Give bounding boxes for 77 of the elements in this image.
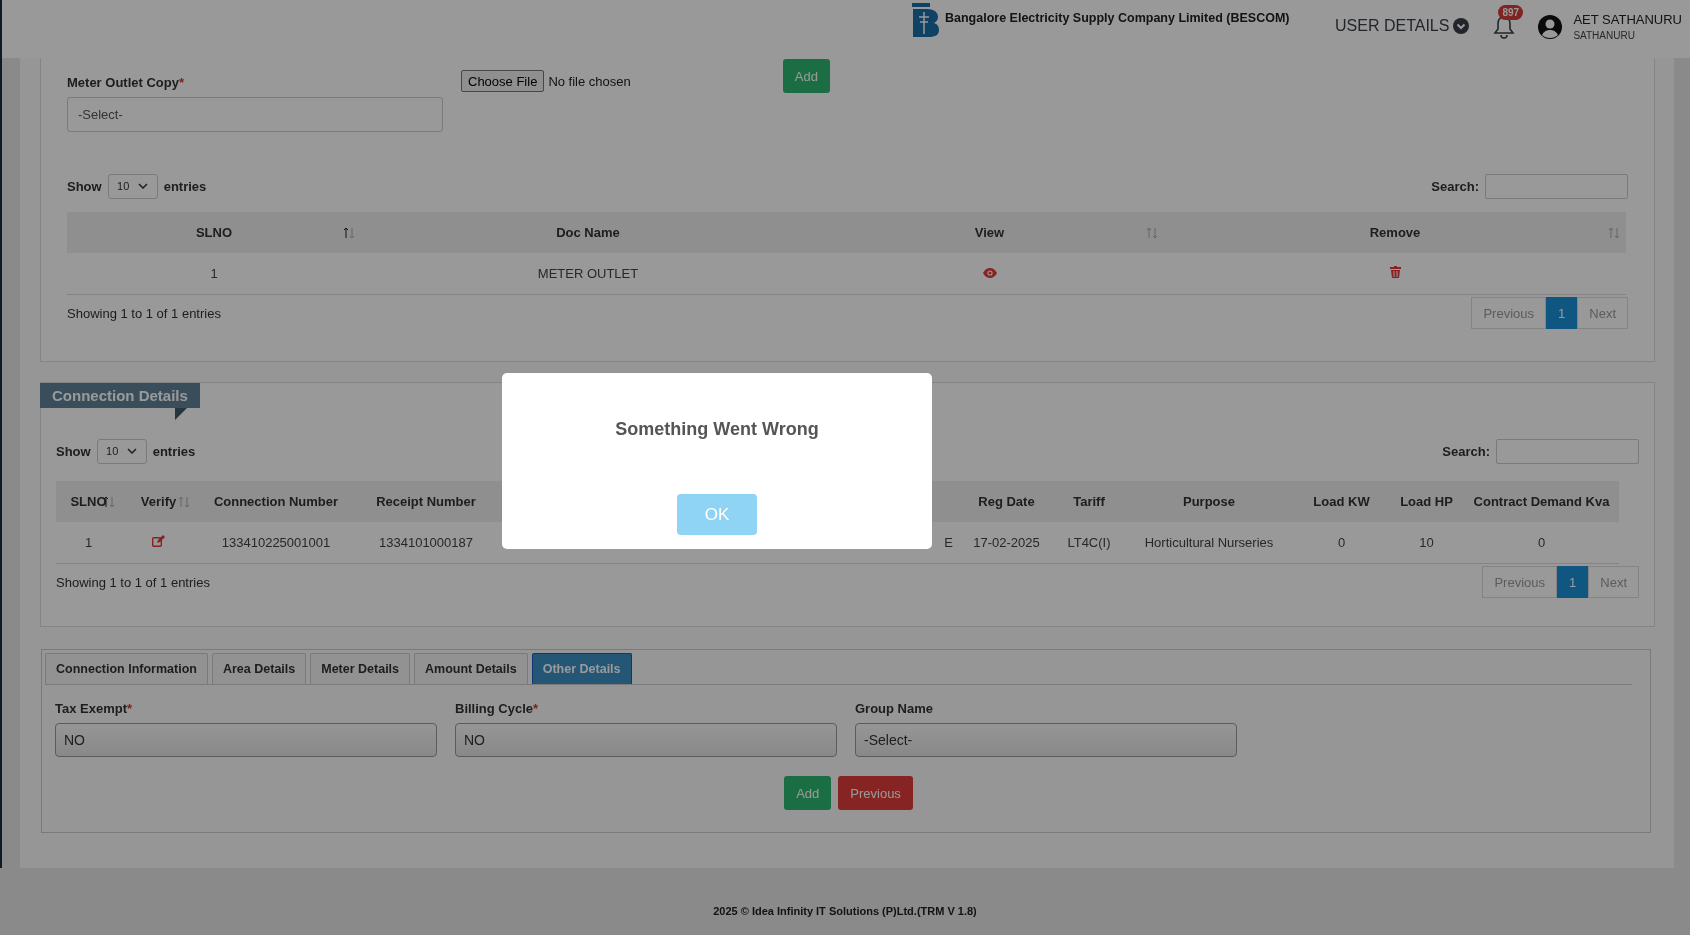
header-label: Remove <box>1369 225 1421 240</box>
header-label: Reg Date <box>978 494 1035 509</box>
header-label: Doc Name <box>556 225 620 240</box>
ribbon-fold-icon <box>175 408 187 420</box>
header-label: Load KW <box>1313 494 1370 509</box>
chevron-icon <box>127 448 138 454</box>
table-cell: 10 <box>1419 535 1434 550</box>
dialog-message: Something Went Wrong <box>615 419 819 440</box>
select-field[interactable]: NO <box>55 723 437 757</box>
table-cell: 17-02-2025 <box>973 535 1040 550</box>
tab[interactable]: Meter Details <box>310 653 411 684</box>
tab[interactable]: Amount Details <box>414 653 528 684</box>
logo-icon <box>910 3 940 39</box>
field-label: Meter Outlet Copy* <box>67 75 185 90</box>
header-label: Purpose <box>1183 494 1235 509</box>
pagination-button[interactable]: 1 <box>1546 297 1578 329</box>
field-label: Billing Cycle* <box>455 701 539 716</box>
show-label: Show <box>56 443 91 459</box>
table-cell: 1334101000187 <box>379 535 473 550</box>
eye-icon[interactable] <box>982 268 997 278</box>
tab[interactable]: Connection Information <box>45 653 208 684</box>
header-label: Receipt Number <box>376 494 476 509</box>
header-label: View <box>974 225 1005 240</box>
table-info: Showing 1 to 1 of 1 entries <box>56 574 210 590</box>
table-cell: LT4C(I) <box>1067 535 1111 550</box>
required-mark: * <box>178 75 185 90</box>
table-cell: E <box>944 535 953 550</box>
header-label: Load HP <box>1400 494 1453 509</box>
file-status: No file chosen <box>548 74 631 89</box>
search-label: Search: <box>1431 178 1479 194</box>
required-mark: * <box>127 701 133 716</box>
edit-icon[interactable] <box>152 535 165 547</box>
table-cell: 1 <box>84 535 93 550</box>
select-field[interactable]: NO <box>455 723 837 757</box>
select-field[interactable]: -Select- <box>855 723 1237 757</box>
choose-file-button[interactable]: Choose File <box>461 70 545 92</box>
table-info: Showing 1 to 1 of 1 entries <box>67 305 221 321</box>
show-label: Show <box>67 178 102 194</box>
search-field[interactable] <box>1496 438 1639 464</box>
pagination-button[interactable]: 1 <box>1557 566 1589 598</box>
search-field[interactable] <box>1485 173 1628 199</box>
table-cell: 0 <box>1537 535 1546 550</box>
entries-label: entries <box>163 178 207 194</box>
select-field[interactable]: -Select- <box>67 97 443 132</box>
chevron-icon <box>138 183 149 189</box>
header-label: SLNO <box>195 225 233 240</box>
required-mark: * <box>533 701 539 716</box>
table-cell: 0 <box>1337 535 1346 550</box>
page-size-select[interactable]: 10 <box>107 173 158 199</box>
header-label: Tariff <box>1073 494 1105 509</box>
header-label: SLNO <box>70 494 107 509</box>
notification-badge: 897 <box>1498 4 1524 20</box>
header-label: Connection Number <box>213 494 339 509</box>
table-cell: 133410225001001 <box>221 535 331 550</box>
tab[interactable]: Other Details <box>531 653 632 684</box>
user-location: SATHANURU <box>1573 30 1636 41</box>
section-title: Connection Details <box>52 387 188 404</box>
previous-button[interactable]: Previous <box>838 776 913 810</box>
search-label: Search: <box>1442 443 1490 459</box>
table-cell: Horticultural Nurseries <box>1144 535 1274 550</box>
avatar-icon[interactable] <box>1537 13 1564 40</box>
user-name: AET SATHANURU <box>1573 12 1682 27</box>
chevron-icon <box>1453 17 1470 34</box>
entries-label: entries <box>152 443 196 459</box>
header-label: Contract Demand Kva <box>1473 494 1610 509</box>
page-size-select[interactable]: 10 <box>96 438 147 464</box>
user-details-menu[interactable]: USER DETAILS <box>1335 16 1470 35</box>
company-name: Bangalore Electricity Supply Company Limited (BESCOM) <box>945 11 1290 25</box>
sort-icon[interactable] <box>343 227 355 239</box>
field-label: Tax Exempt* <box>55 701 133 716</box>
table-cell: 1 <box>210 266 218 281</box>
header-label: Verify <box>140 494 177 509</box>
trash-icon[interactable] <box>1389 266 1401 278</box>
footer-text: 2025 © Idea Infinity IT Solutions (P)Ltd.(TRM V 1.8) <box>713 904 977 917</box>
table-cell: METER OUTLET <box>537 266 639 281</box>
tab[interactable]: Area Details <box>211 653 307 684</box>
field-label: Group Name <box>855 701 933 716</box>
